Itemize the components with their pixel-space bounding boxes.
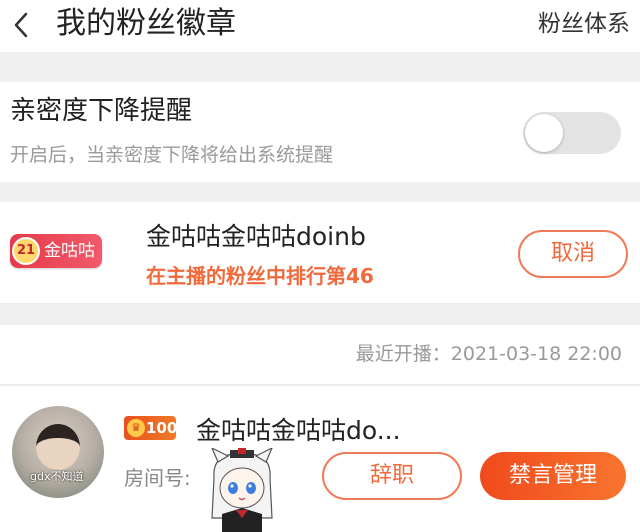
last-live-row: 最近开播：2021-03-18 22:00	[0, 325, 640, 385]
room-number-label: 房间号:	[124, 466, 191, 490]
anime-girl-sticker	[211, 448, 273, 532]
section-divider	[0, 182, 640, 202]
fan-badge: 21 金咕咕	[10, 234, 102, 268]
back-arrow-icon[interactable]	[10, 8, 34, 42]
top-bar: 我的粉丝徽章 粉丝体系	[0, 0, 640, 52]
badge-name: 金咕咕	[44, 241, 95, 261]
section-divider	[0, 52, 640, 82]
level-badge: ♛ 100	[124, 416, 178, 440]
setting-description: 开启后，当亲密度下降将给出系统提醒	[10, 144, 334, 166]
intimacy-notify-setting: 亲密度下降提醒 开启后，当亲密度下降将给出系统提醒	[0, 82, 640, 182]
intimacy-notify-toggle[interactable]	[523, 112, 621, 154]
page-title: 我的粉丝徽章	[56, 6, 236, 41]
avatar-face	[36, 424, 80, 470]
avatar[interactable]: gdx不知道	[12, 406, 104, 498]
setting-title: 亲密度下降提醒	[10, 96, 193, 126]
toggle-knob	[525, 114, 563, 152]
crown-icon: ♛	[127, 419, 145, 437]
streamer-name: 金咕咕金咕咕doinb	[146, 222, 366, 251]
level-badge-value: 100	[146, 419, 178, 437]
badge-level: 21	[12, 237, 40, 265]
room-manager-card: gdx不知道 ♛ 100 金咕咕金咕咕do... 房间号: 辞职 禁言管理	[0, 386, 640, 532]
resign-button[interactable]: 辞职	[322, 452, 462, 500]
fan-rank-text: 在主播的粉丝中排行第46	[146, 264, 374, 288]
fan-system-link[interactable]: 粉丝体系	[538, 8, 630, 40]
manager-streamer-name: 金咕咕金咕咕do...	[196, 416, 401, 445]
avatar-caption: gdx不知道	[30, 470, 84, 483]
fan-badge-card: 21 金咕咕 金咕咕金咕咕doinb 在主播的粉丝中排行第46 取消	[0, 202, 640, 304]
last-live-time: 最近开播：2021-03-18 22:00	[355, 343, 622, 365]
cancel-badge-button[interactable]: 取消	[518, 230, 628, 278]
mute-management-button[interactable]: 禁言管理	[480, 452, 626, 500]
